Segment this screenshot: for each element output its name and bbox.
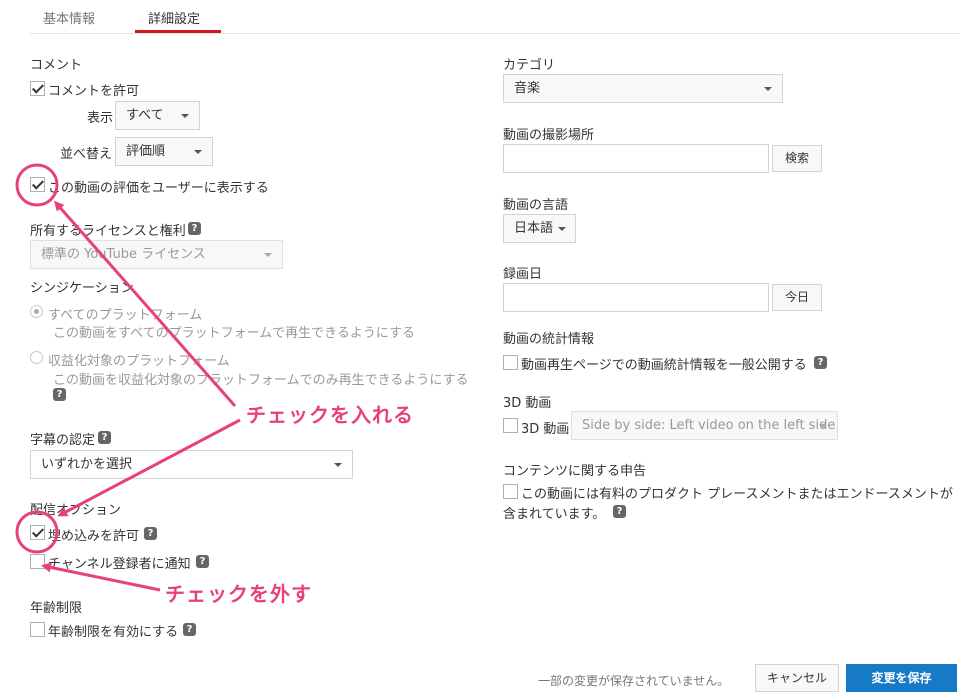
unsaved-changes-text: 一部の変更が保存されていません。	[538, 674, 730, 688]
location-heading: 動画の撮影場所	[503, 128, 595, 143]
chevron-down-icon	[558, 227, 566, 231]
language-heading: 動画の言語	[503, 198, 569, 213]
captions-value: いずれかを選択	[41, 457, 133, 472]
tabs-divider	[30, 33, 960, 34]
allow-embed-label: 埋め込みを許可	[48, 529, 140, 544]
allow-comments-label: コメントを許可	[48, 84, 140, 99]
allow-comments-checkbox[interactable]	[30, 81, 45, 96]
syndication-all-desc: この動画をすべてのプラットフォームで再生できるようにする	[53, 326, 416, 341]
license-heading: 所有するライセンスと権利	[30, 224, 186, 239]
public-stats-label: 動画再生ページでの動画統計情報を一般公開する	[521, 358, 807, 373]
syndication-monetized-radio[interactable]	[30, 351, 43, 364]
content-declaration-heading: コンテンツに関する申告	[503, 464, 647, 479]
syndication-all-title: すべてのプラットフォーム	[48, 308, 203, 323]
tab-advanced-settings[interactable]: 詳細設定	[148, 8, 200, 27]
today-button[interactable]: 今日	[772, 284, 822, 311]
help-icon[interactable]: ?	[196, 555, 209, 568]
3d-label: 3D 動画	[521, 422, 570, 437]
3d-checkbox[interactable]	[503, 418, 518, 433]
annotation-check-out: チェックを外す	[165, 582, 312, 606]
comments-display-select[interactable]: すべて	[115, 101, 200, 130]
syndication-heading: シンジケーション	[30, 281, 134, 296]
category-select[interactable]: 音楽	[503, 74, 783, 103]
location-input[interactable]	[503, 144, 769, 173]
notify-subscribers-checkbox[interactable]	[30, 554, 45, 569]
3d-format-value: Side by side: Left video on the left sid…	[582, 418, 836, 433]
chevron-down-icon	[764, 87, 772, 91]
license-value: 標準の YouTube ライセンス	[41, 247, 206, 262]
paid-promotion-label-line2: 含まれています。	[503, 507, 606, 522]
chevron-down-icon	[264, 253, 272, 257]
3d-heading: 3D 動画	[503, 396, 552, 411]
comments-display-label: 表示	[87, 111, 114, 126]
allow-embed-checkbox[interactable]	[30, 525, 45, 540]
paid-promotion-label-line1: この動画には有料のプロダクト プレースメントまたはエンドースメントが	[521, 487, 953, 502]
language-select[interactable]: 日本語	[503, 214, 576, 243]
captions-heading: 字幕の認定	[30, 433, 96, 448]
comments-sort-label: 並べ替え	[60, 147, 113, 162]
help-icon[interactable]: ?	[53, 388, 66, 401]
comments-display-value: すべて	[126, 108, 164, 123]
syndication-all-radio[interactable]	[30, 305, 43, 318]
3d-format-select[interactable]: Side by side: Left video on the left sid…	[571, 411, 838, 440]
annotation-check-in: チェックを入れる	[246, 403, 414, 427]
age-restriction-checkbox[interactable]	[30, 622, 45, 637]
help-icon[interactable]: ?	[188, 222, 201, 235]
recording-date-heading: 録画日	[503, 267, 543, 282]
distribution-heading: 配信オプション	[30, 503, 122, 518]
paid-promotion-checkbox[interactable]	[503, 484, 518, 499]
help-icon[interactable]: ?	[814, 356, 827, 369]
cancel-button[interactable]: キャンセル	[755, 664, 839, 692]
comments-sort-select[interactable]: 評価順	[115, 137, 213, 166]
captions-select[interactable]: いずれかを選択	[30, 450, 353, 479]
tab-basic-info[interactable]: 基本情報	[43, 8, 95, 27]
age-heading: 年齢制限	[30, 601, 83, 616]
help-icon[interactable]: ?	[144, 527, 157, 540]
recording-date-input[interactable]	[503, 283, 769, 312]
age-restriction-label: 年齢制限を有効にする	[48, 625, 179, 640]
category-heading: カテゴリ	[503, 58, 556, 73]
help-icon[interactable]: ?	[183, 623, 196, 636]
location-search-button[interactable]: 検索	[772, 145, 822, 172]
comments-sort-value: 評価順	[126, 144, 166, 159]
show-ratings-checkbox[interactable]	[30, 177, 45, 192]
chevron-down-icon	[194, 150, 202, 154]
syndication-monetized-desc: この動画を収益化対象のプラットフォームでのみ再生できるようにする	[53, 373, 469, 388]
comments-heading: コメント	[30, 58, 83, 73]
syndication-monetized-title: 収益化対象のプラットフォーム	[48, 354, 230, 369]
chevron-down-icon	[181, 114, 189, 118]
public-stats-checkbox[interactable]	[503, 355, 518, 370]
notify-subscribers-label: チャンネル登録者に通知	[48, 557, 191, 572]
chevron-down-icon	[819, 424, 827, 428]
language-value: 日本語	[514, 221, 554, 236]
help-icon[interactable]: ?	[613, 505, 626, 518]
save-changes-button[interactable]: 変更を保存	[846, 664, 957, 692]
stats-heading: 動画の統計情報	[503, 332, 595, 347]
show-ratings-label: この動画の評価をユーザーに表示する	[48, 181, 269, 196]
category-value: 音楽	[514, 81, 541, 96]
license-select[interactable]: 標準の YouTube ライセンス	[30, 240, 283, 269]
help-icon[interactable]: ?	[98, 431, 111, 444]
chevron-down-icon	[334, 463, 342, 467]
